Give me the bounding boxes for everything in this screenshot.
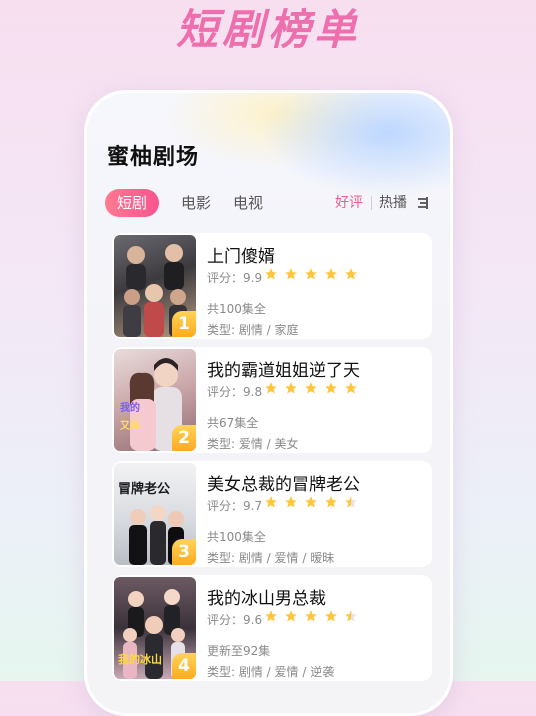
star-icon [265,496,277,508]
episode-count: 更新至92集 [207,644,271,658]
star-rating [264,381,359,397]
drama-title: 上门傻婿 [207,247,275,267]
poster-image: 1 [114,235,196,337]
tab-movie[interactable]: 电影 [181,189,211,217]
star-rating [264,495,359,511]
star-icon [285,496,297,508]
star-icon [285,610,297,622]
star-icon [305,610,318,622]
star-icon [265,610,277,622]
drama-title: 我的霸道姐姐逆了天 [207,361,360,381]
rank-badge: 2 [172,425,196,451]
sort-good-rating[interactable]: 好评 [335,189,363,217]
tab-tv[interactable]: 电视 [233,189,263,217]
list-item[interactable]: 我的冰山 4 我的冰山男总裁 评分：9.6 更新至92集 类型: 剧情 / 爱情… [112,575,432,681]
drama-title: 美女总裁的冒牌老公 [207,475,360,495]
rank-badge: 3 [172,539,196,565]
episode-count: 共67集全 [207,416,259,430]
star-rating [264,609,359,625]
svg-text:又美: 又美 [119,419,141,432]
list-item[interactable]: 冒牌老公 3 美女总裁的冒牌老公 评分：9.7 共100集全 类型: 剧情 / … [112,461,432,567]
rating-score: 评分：9.6 [207,613,263,627]
sort-hot[interactable]: 热播 [379,189,407,217]
genre-label: 类型: 剧情 / 爱情 / 逆袭 [207,665,335,679]
poster-image: 我的冰山 4 [114,577,196,679]
star-half-icon [345,496,358,508]
list-item[interactable]: 1 上门傻婿 评分：9.9 共100集全 类型: 剧情 / 家庭 [112,233,432,339]
genre-label: 类型: 剧情 / 爱情 / 暧昧 [207,551,335,565]
poster-image: 冒牌老公 3 [114,463,196,565]
genre-label: 类型: 剧情 / 家庭 [207,323,299,337]
rating-score: 评分：9.8 [207,385,263,399]
star-icon [345,382,358,394]
star-icon [345,268,358,280]
svg-text:冒牌老公: 冒牌老公 [118,481,170,497]
star-icon [325,496,338,508]
svg-text:我的: 我的 [120,401,140,414]
star-icon [265,382,277,394]
star-icon [325,610,338,622]
star-icon [305,268,318,280]
banner-title: 短剧榜单 [175,5,360,54]
rating-score: 评分：9.9 [207,271,263,285]
filter-icon[interactable] [416,196,430,210]
star-icon [285,382,297,394]
rank-badge: 1 [172,311,196,337]
app-screen: 蜜柚剧场 短剧 电影 电视 好评 热播 1 上门傻婿 评分：9.9 共100集全… [87,93,450,713]
star-icon [285,268,297,280]
list-item[interactable]: 我的 又美 2 我的霸道姐姐逆了天 评分：9.8 共67集全 类型: 爱情 / … [112,347,432,453]
star-icon [325,382,338,394]
star-half-icon [345,610,358,622]
phone-frame: 蜜柚剧场 短剧 电影 电视 好评 热播 1 上门傻婿 评分：9.9 共100集全… [84,90,453,716]
tab-bar: 短剧 电影 电视 好评 热播 [105,189,435,217]
genre-label: 类型: 爱情 / 美女 [207,437,299,451]
app-title: 蜜柚剧场 [107,145,200,170]
star-rating [264,267,359,283]
star-icon [325,268,338,280]
star-icon [265,268,277,280]
drama-title: 我的冰山男总裁 [207,589,326,609]
star-icon [305,382,318,394]
star-icon [305,496,318,508]
svg-text:我的冰山: 我的冰山 [118,652,162,666]
tab-short-drama[interactable]: 短剧 [105,189,160,217]
sort-divider [371,196,372,210]
poster-image: 我的 又美 2 [114,349,196,451]
episode-count: 共100集全 [207,302,266,316]
rating-score: 评分：9.7 [207,499,263,513]
rank-badge: 4 [172,653,196,679]
episode-count: 共100集全 [207,530,266,544]
